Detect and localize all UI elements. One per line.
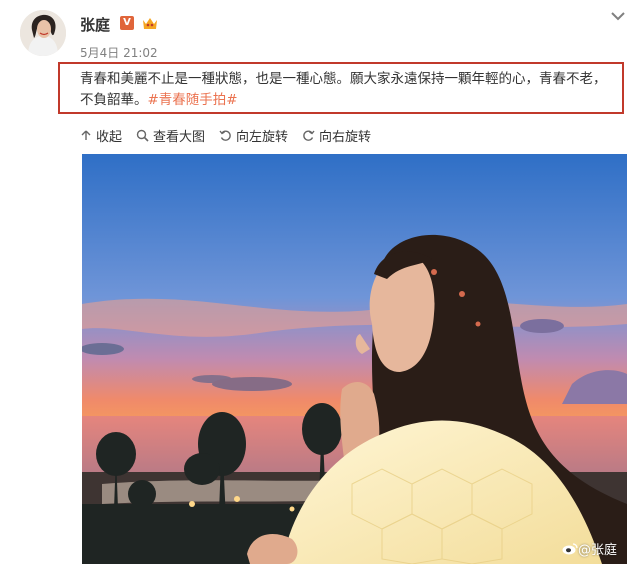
- post-text-highlighted: 青春和美麗不止是一種狀態，也是一種心態。願大家永遠保持一顆年輕的心，青春不老，不…: [58, 62, 624, 114]
- collapse-label: 收起: [96, 129, 123, 145]
- weibo-logo-icon: [562, 543, 578, 555]
- rotate-right-button[interactable]: 向右旋转: [302, 126, 371, 145]
- member-crown-icon[interactable]: [141, 15, 159, 31]
- rotate-right-label: 向右旋转: [319, 129, 372, 145]
- post-photo[interactable]: @张庭: [82, 154, 627, 564]
- image-toolbar: 收起 查看大图 向左旋转 向右旋转: [80, 124, 385, 146]
- rotate-left-label: 向左旋转: [236, 129, 289, 145]
- photo-watermark: @张庭: [562, 539, 617, 558]
- magnify-icon: [136, 129, 149, 142]
- post-timestamp[interactable]: 5月4日 21:02: [80, 44, 158, 61]
- view-large-label: 查看大图: [153, 129, 206, 145]
- collapse-button[interactable]: 收起: [80, 126, 122, 145]
- username[interactable]: 张庭: [80, 14, 110, 35]
- avatar[interactable]: [20, 10, 66, 56]
- watermark-text: @张庭: [577, 543, 617, 558]
- collapse-icon: [81, 130, 91, 140]
- post-header: 张庭 V 5月4日 21:02: [0, 0, 640, 66]
- rotate-right-icon: [303, 130, 315, 141]
- chevron-down-icon[interactable]: [610, 10, 626, 22]
- avatar-image: [20, 10, 66, 56]
- sunset-photo-illustration: [82, 154, 627, 564]
- rotate-left-button[interactable]: 向左旋转: [219, 126, 288, 145]
- verified-badge: V: [120, 16, 134, 30]
- view-large-button[interactable]: 查看大图: [136, 126, 205, 145]
- rotate-left-icon: [219, 130, 231, 141]
- hashtag-link[interactable]: #青春随手拍#: [148, 92, 238, 108]
